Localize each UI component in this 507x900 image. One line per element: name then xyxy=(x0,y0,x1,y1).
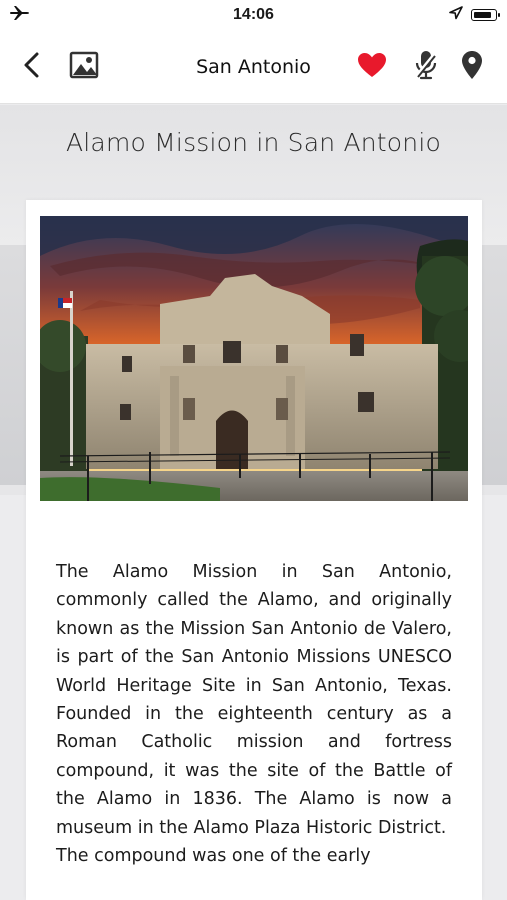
description-paragraph-1: The Alamo Mission in San Antonio, common… xyxy=(56,562,452,838)
status-time: 14:06 xyxy=(233,6,274,23)
heart-icon xyxy=(357,52,387,82)
audio-button[interactable] xyxy=(408,30,444,104)
map-pin-icon xyxy=(461,50,483,84)
gallery-button[interactable] xyxy=(64,30,104,104)
location-arrow-icon xyxy=(449,5,463,25)
nav-title: San Antonio xyxy=(196,56,311,78)
battery-level xyxy=(474,12,491,18)
favorite-button[interactable] xyxy=(352,30,392,104)
status-right xyxy=(407,5,500,25)
airplane-icon xyxy=(10,5,30,26)
chevron-left-icon xyxy=(22,51,42,83)
content-card: The Alamo Mission in San Antonio, common… xyxy=(26,200,482,900)
status-left xyxy=(10,5,100,26)
description-paragraph-2: The compound was one of the early xyxy=(56,846,371,867)
location-button[interactable] xyxy=(456,30,488,104)
microphone-icon xyxy=(415,50,437,84)
alamo-mission-photo[interactable] xyxy=(40,216,468,501)
image-icon xyxy=(69,51,99,83)
nav-bar: San Antonio xyxy=(0,30,507,104)
status-bar: 14:06 xyxy=(0,0,507,30)
back-button[interactable] xyxy=(14,30,50,104)
page-title: Alamo Mission in San Antonio xyxy=(65,128,441,157)
description: The Alamo Mission in San Antonio, common… xyxy=(56,558,452,870)
battery-icon xyxy=(471,9,500,21)
